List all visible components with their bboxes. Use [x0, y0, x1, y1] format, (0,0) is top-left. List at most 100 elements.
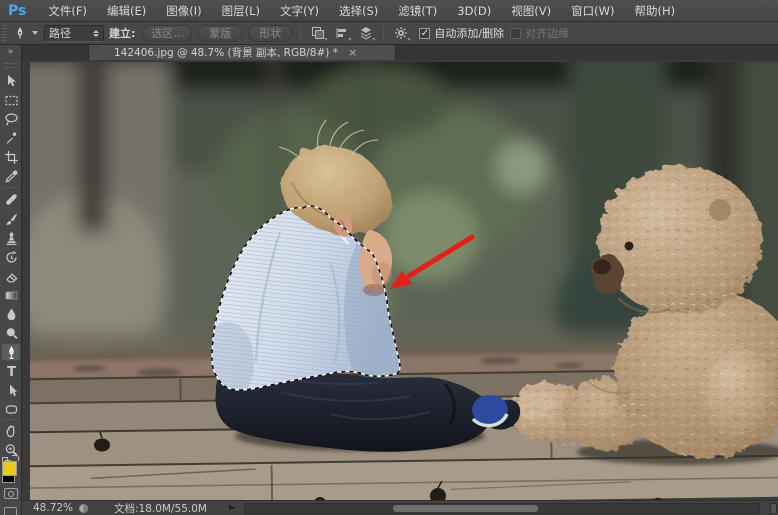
move-tool-icon — [4, 74, 19, 89]
type-tool-icon: T — [4, 364, 19, 379]
options-grip[interactable] — [2, 25, 7, 41]
make-label: 建立: — [109, 25, 135, 41]
canvas-area[interactable] — [22, 60, 778, 500]
tool-lasso[interactable] — [1, 110, 21, 128]
tool-dodge[interactable] — [1, 324, 21, 342]
separator — [300, 25, 301, 41]
history-brush-tool-icon — [4, 250, 19, 265]
tool-healing-brush[interactable] — [1, 190, 21, 208]
tool-preset-picker[interactable] — [12, 25, 38, 41]
document-tab-bar: » 142406.jpg @ 48.7% (背景 副本, RGB/8#) * × — [0, 45, 778, 60]
tool-pen[interactable] — [1, 343, 21, 361]
document-tab-title: 142406.jpg @ 48.7% (背景 副本, RGB/8#) * — [114, 45, 338, 60]
menu-item-select[interactable]: 选择(S) — [329, 0, 388, 22]
tool-clone-stamp[interactable] — [1, 229, 21, 247]
chevron-down-icon — [32, 31, 38, 35]
menu-item-view[interactable]: 视图(V) — [501, 0, 561, 22]
scrollbar-thumb[interactable] — [393, 505, 538, 512]
zoom-level-field[interactable]: 48.72% — [33, 502, 79, 514]
path-alignment-icon — [335, 26, 349, 40]
document-size-info: 文档:18.0M/55.0M — [114, 501, 207, 515]
tool-marquee[interactable] — [1, 91, 21, 109]
status-bar: 48.72% 文档:18.0M/55.0M ► — [22, 500, 778, 515]
magic-wand-tool-icon — [4, 131, 19, 146]
tool-quick-select[interactable] — [1, 129, 21, 147]
stepper-icon — [93, 30, 99, 37]
document-tab[interactable]: 142406.jpg @ 48.7% (背景 副本, RGB/8#) * × — [88, 45, 396, 60]
tool-blur[interactable] — [1, 305, 21, 323]
gear-icon — [394, 26, 408, 40]
tool-eraser[interactable] — [1, 267, 21, 285]
shape-tool-icon — [4, 402, 19, 417]
quick-mask-icon — [8, 491, 14, 497]
tool-shape[interactable] — [1, 400, 21, 418]
photo-canvas[interactable] — [30, 62, 778, 500]
tab-close-icon[interactable]: × — [348, 46, 357, 59]
tool-eyedropper[interactable] — [1, 167, 21, 185]
path-alignment-button[interactable] — [333, 24, 351, 42]
toolbar-separator — [3, 419, 19, 420]
tool-gradient[interactable] — [1, 286, 21, 304]
marquee-tool-icon — [4, 93, 19, 108]
menu-item-window[interactable]: 窗口(W) — [561, 0, 624, 22]
toolbar-grip[interactable] — [4, 63, 18, 68]
dodge-tool-icon — [4, 326, 19, 341]
blur-tool-icon — [4, 307, 19, 322]
menu-item-help[interactable]: 帮助(H) — [624, 0, 685, 22]
gear-button[interactable] — [392, 24, 410, 42]
separator — [383, 25, 384, 41]
menu-item-type[interactable]: 文字(Y) — [270, 0, 329, 22]
tool-type[interactable]: T — [1, 362, 21, 380]
menu-item-filter[interactable]: 滤镜(T) — [388, 0, 447, 22]
bear-nose — [593, 260, 611, 275]
make-mask-button[interactable]: 蒙版 — [198, 25, 242, 42]
horizontal-scrollbar[interactable] — [244, 503, 760, 514]
path-operations-button[interactable] — [309, 24, 327, 42]
path-operations-icon — [311, 26, 325, 40]
menu-item-layer[interactable]: 图层(L) — [212, 0, 270, 22]
brush-tool-icon — [4, 212, 19, 227]
menu-item-image[interactable]: 图像(I) — [156, 0, 211, 22]
tool-mode-select[interactable]: 路径 — [44, 25, 104, 42]
make-shape-button[interactable]: 形状 — [248, 25, 292, 42]
tool-history-brush[interactable] — [1, 248, 21, 266]
tool-crop[interactable] — [1, 148, 21, 166]
status-expand-button[interactable]: ► — [229, 503, 236, 513]
tool-options-bar: 路径 建立: 选区… 蒙版 形状 — [0, 22, 778, 45]
tools-panel: T — [0, 60, 22, 515]
bear-ear-inner — [709, 199, 731, 221]
path-select-tool-icon — [4, 383, 19, 398]
pen-tool-preset-icon — [12, 25, 28, 41]
lasso-tool-icon — [4, 112, 19, 127]
tool-path-select[interactable] — [1, 381, 21, 399]
bear-eye — [625, 242, 634, 251]
auto-add-delete-checkbox[interactable]: ✓ — [419, 28, 430, 39]
foreground-color-swatch[interactable] — [2, 461, 17, 476]
toolbar-separator — [3, 187, 19, 188]
menu-item-file[interactable]: 文件(F) — [38, 0, 97, 22]
eyedropper-tool-icon — [4, 169, 19, 184]
toolbar-collapse-button[interactable]: » — [0, 45, 22, 60]
make-selection-button[interactable]: 选区… — [143, 25, 192, 42]
scrollbar-corner — [770, 503, 777, 514]
svg-text:T: T — [7, 365, 16, 379]
path-arrangement-icon — [359, 26, 373, 40]
tool-mode-value: 路径 — [49, 25, 71, 41]
tool-brush[interactable] — [1, 210, 21, 228]
photoshop-window: Ps 文件(F) 编辑(E) 图像(I) 图层(L) 文字(Y) 选择(S) 滤… — [0, 0, 778, 515]
menu-bar: Ps 文件(F) 编辑(E) 图像(I) 图层(L) 文字(Y) 选择(S) 滤… — [0, 0, 778, 22]
gradient-tool-icon — [4, 288, 19, 303]
align-edges-checkbox[interactable] — [510, 28, 521, 39]
menu-item-edit[interactable]: 编辑(E) — [97, 0, 156, 22]
hand-tool-icon — [4, 424, 19, 439]
tool-hand[interactable] — [1, 422, 21, 440]
path-arrangement-button[interactable] — [357, 24, 375, 42]
healing-brush-tool-icon — [4, 192, 19, 207]
screen-mode-button[interactable] — [4, 507, 17, 515]
auto-add-delete-label: 自动添加/删除 — [434, 25, 504, 41]
clone-stamp-tool-icon — [4, 231, 19, 246]
quick-mask-button[interactable] — [4, 488, 18, 499]
crop-tool-icon — [4, 150, 19, 165]
menu-item-3d[interactable]: 3D(D) — [447, 0, 501, 22]
tool-move[interactable] — [1, 72, 21, 90]
